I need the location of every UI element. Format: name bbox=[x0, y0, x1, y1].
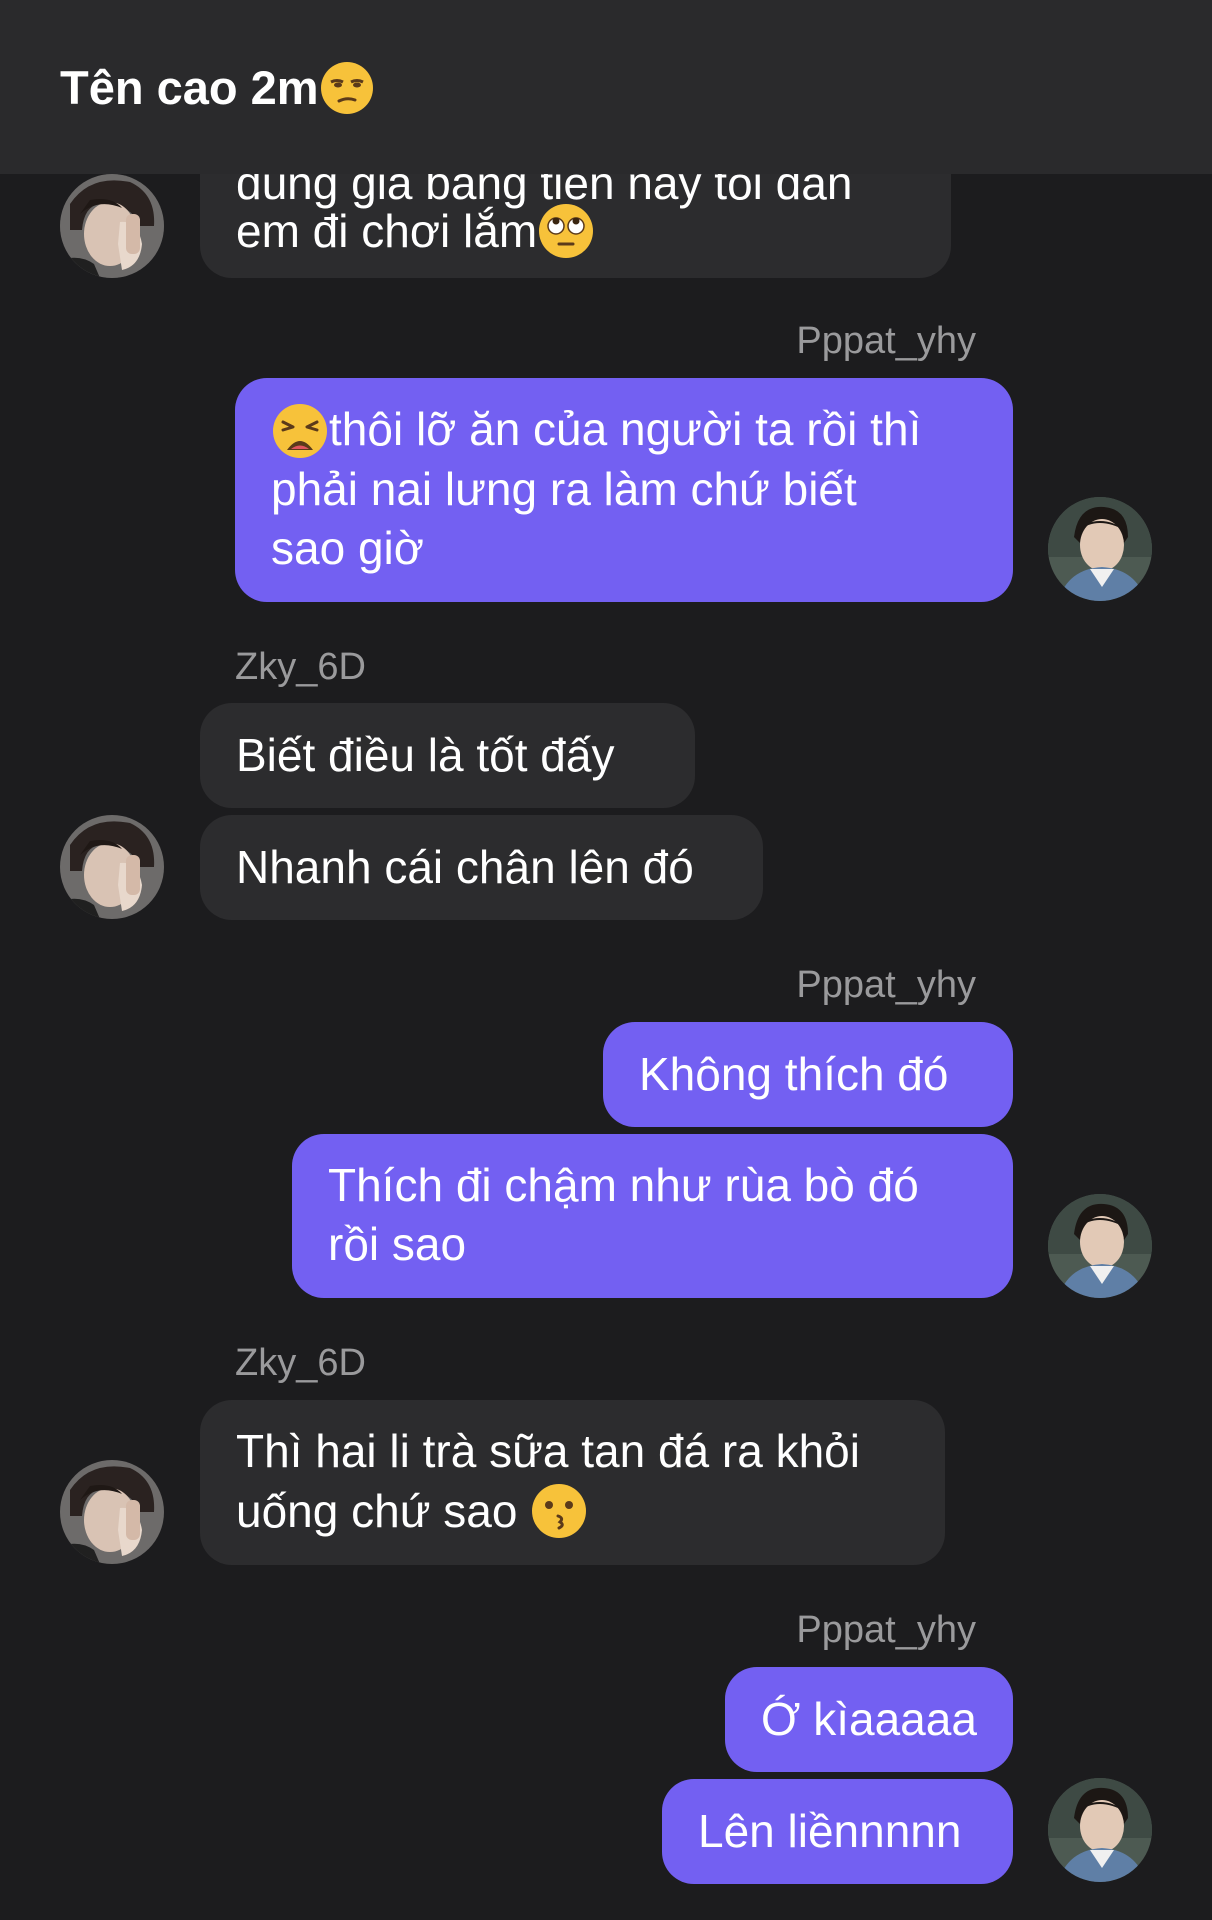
message-line: sao giờ bbox=[271, 522, 424, 574]
sender-name: Pppat_yhy bbox=[796, 1609, 976, 1651]
kissing-face-emoji-icon bbox=[530, 1482, 588, 1540]
sender-name: Zky_6D bbox=[235, 646, 366, 688]
message-line: Thích đi chậm như rùa bò đó bbox=[328, 1159, 919, 1211]
chat-header: Tên cao 2m bbox=[0, 0, 1212, 174]
chat-title-text: Tên cao 2m bbox=[60, 61, 319, 114]
message-line: Biết điều là tốt đấy bbox=[236, 729, 615, 781]
message-line: Không thích đó bbox=[639, 1048, 949, 1100]
message-line: rồi sao bbox=[328, 1218, 467, 1270]
weary-face-emoji-icon bbox=[271, 402, 329, 460]
unamused-face-emoji-icon bbox=[319, 60, 375, 116]
message-line: phải nai lưng ra làm chứ biết bbox=[271, 463, 857, 515]
message-bubble-outgoing[interactable]: Ớ kìaaaaa bbox=[725, 1667, 1013, 1772]
avatar-outgoing[interactable] bbox=[1048, 1778, 1152, 1882]
sender-name: Zky_6D bbox=[235, 1342, 366, 1384]
message-line: uống chứ sao bbox=[236, 1482, 588, 1544]
avatar-incoming-image bbox=[60, 174, 164, 278]
sender-name: Pppat_yhy bbox=[796, 320, 976, 362]
avatar-outgoing[interactable] bbox=[1048, 497, 1152, 601]
sender-name: Pppat_yhy bbox=[796, 964, 976, 1006]
message-line: thôi lỡ ăn của người ta rồi thì bbox=[271, 400, 921, 462]
message-bubble-outgoing[interactable]: Lên liềnnnnn bbox=[662, 1779, 1013, 1884]
message-line: em đi chơi lắm bbox=[236, 202, 595, 264]
avatar-incoming-image bbox=[60, 815, 164, 919]
message-bubble-outgoing[interactable]: Thích đi chậm như rùa bò đó rồi sao bbox=[292, 1134, 1013, 1298]
message-bubble-outgoing[interactable]: thôi lỡ ăn của người ta rồi thì phải nai… bbox=[235, 378, 1013, 602]
avatar-incoming[interactable] bbox=[60, 1460, 164, 1564]
avatar-outgoing[interactable] bbox=[1048, 1194, 1152, 1298]
avatar-outgoing-image bbox=[1048, 1778, 1152, 1882]
chat-title[interactable]: Tên cao 2m bbox=[60, 58, 375, 120]
avatar-incoming[interactable] bbox=[60, 815, 164, 919]
message-bubble-incoming[interactable]: Nhanh cái chân lên đó bbox=[200, 815, 763, 920]
avatar-outgoing-image bbox=[1048, 1194, 1152, 1298]
message-line: Ớ kìaaaaa bbox=[761, 1693, 977, 1745]
message-bubble-outgoing[interactable]: Không thích đó bbox=[603, 1022, 1013, 1127]
chat-screen: Tên cao 2m đúng giá bằng tiền này tôi dẫ… bbox=[0, 0, 1212, 1920]
avatar-outgoing-image bbox=[1048, 497, 1152, 601]
message-line: Thì hai li trà sữa tan đá ra khỏi bbox=[236, 1425, 860, 1477]
message-line: Nhanh cái chân lên đó bbox=[236, 841, 694, 893]
avatar-incoming-image bbox=[60, 1460, 164, 1564]
avatar-incoming[interactable] bbox=[60, 174, 164, 278]
message-bubble-incoming[interactable]: Biết điều là tốt đấy bbox=[200, 703, 695, 808]
message-line: Lên liềnnnnn bbox=[698, 1805, 962, 1857]
message-bubble-incoming[interactable]: Thì hai li trà sữa tan đá ra khỏi uống c… bbox=[200, 1400, 945, 1565]
face-with-rolling-eyes-emoji-icon bbox=[537, 202, 595, 260]
